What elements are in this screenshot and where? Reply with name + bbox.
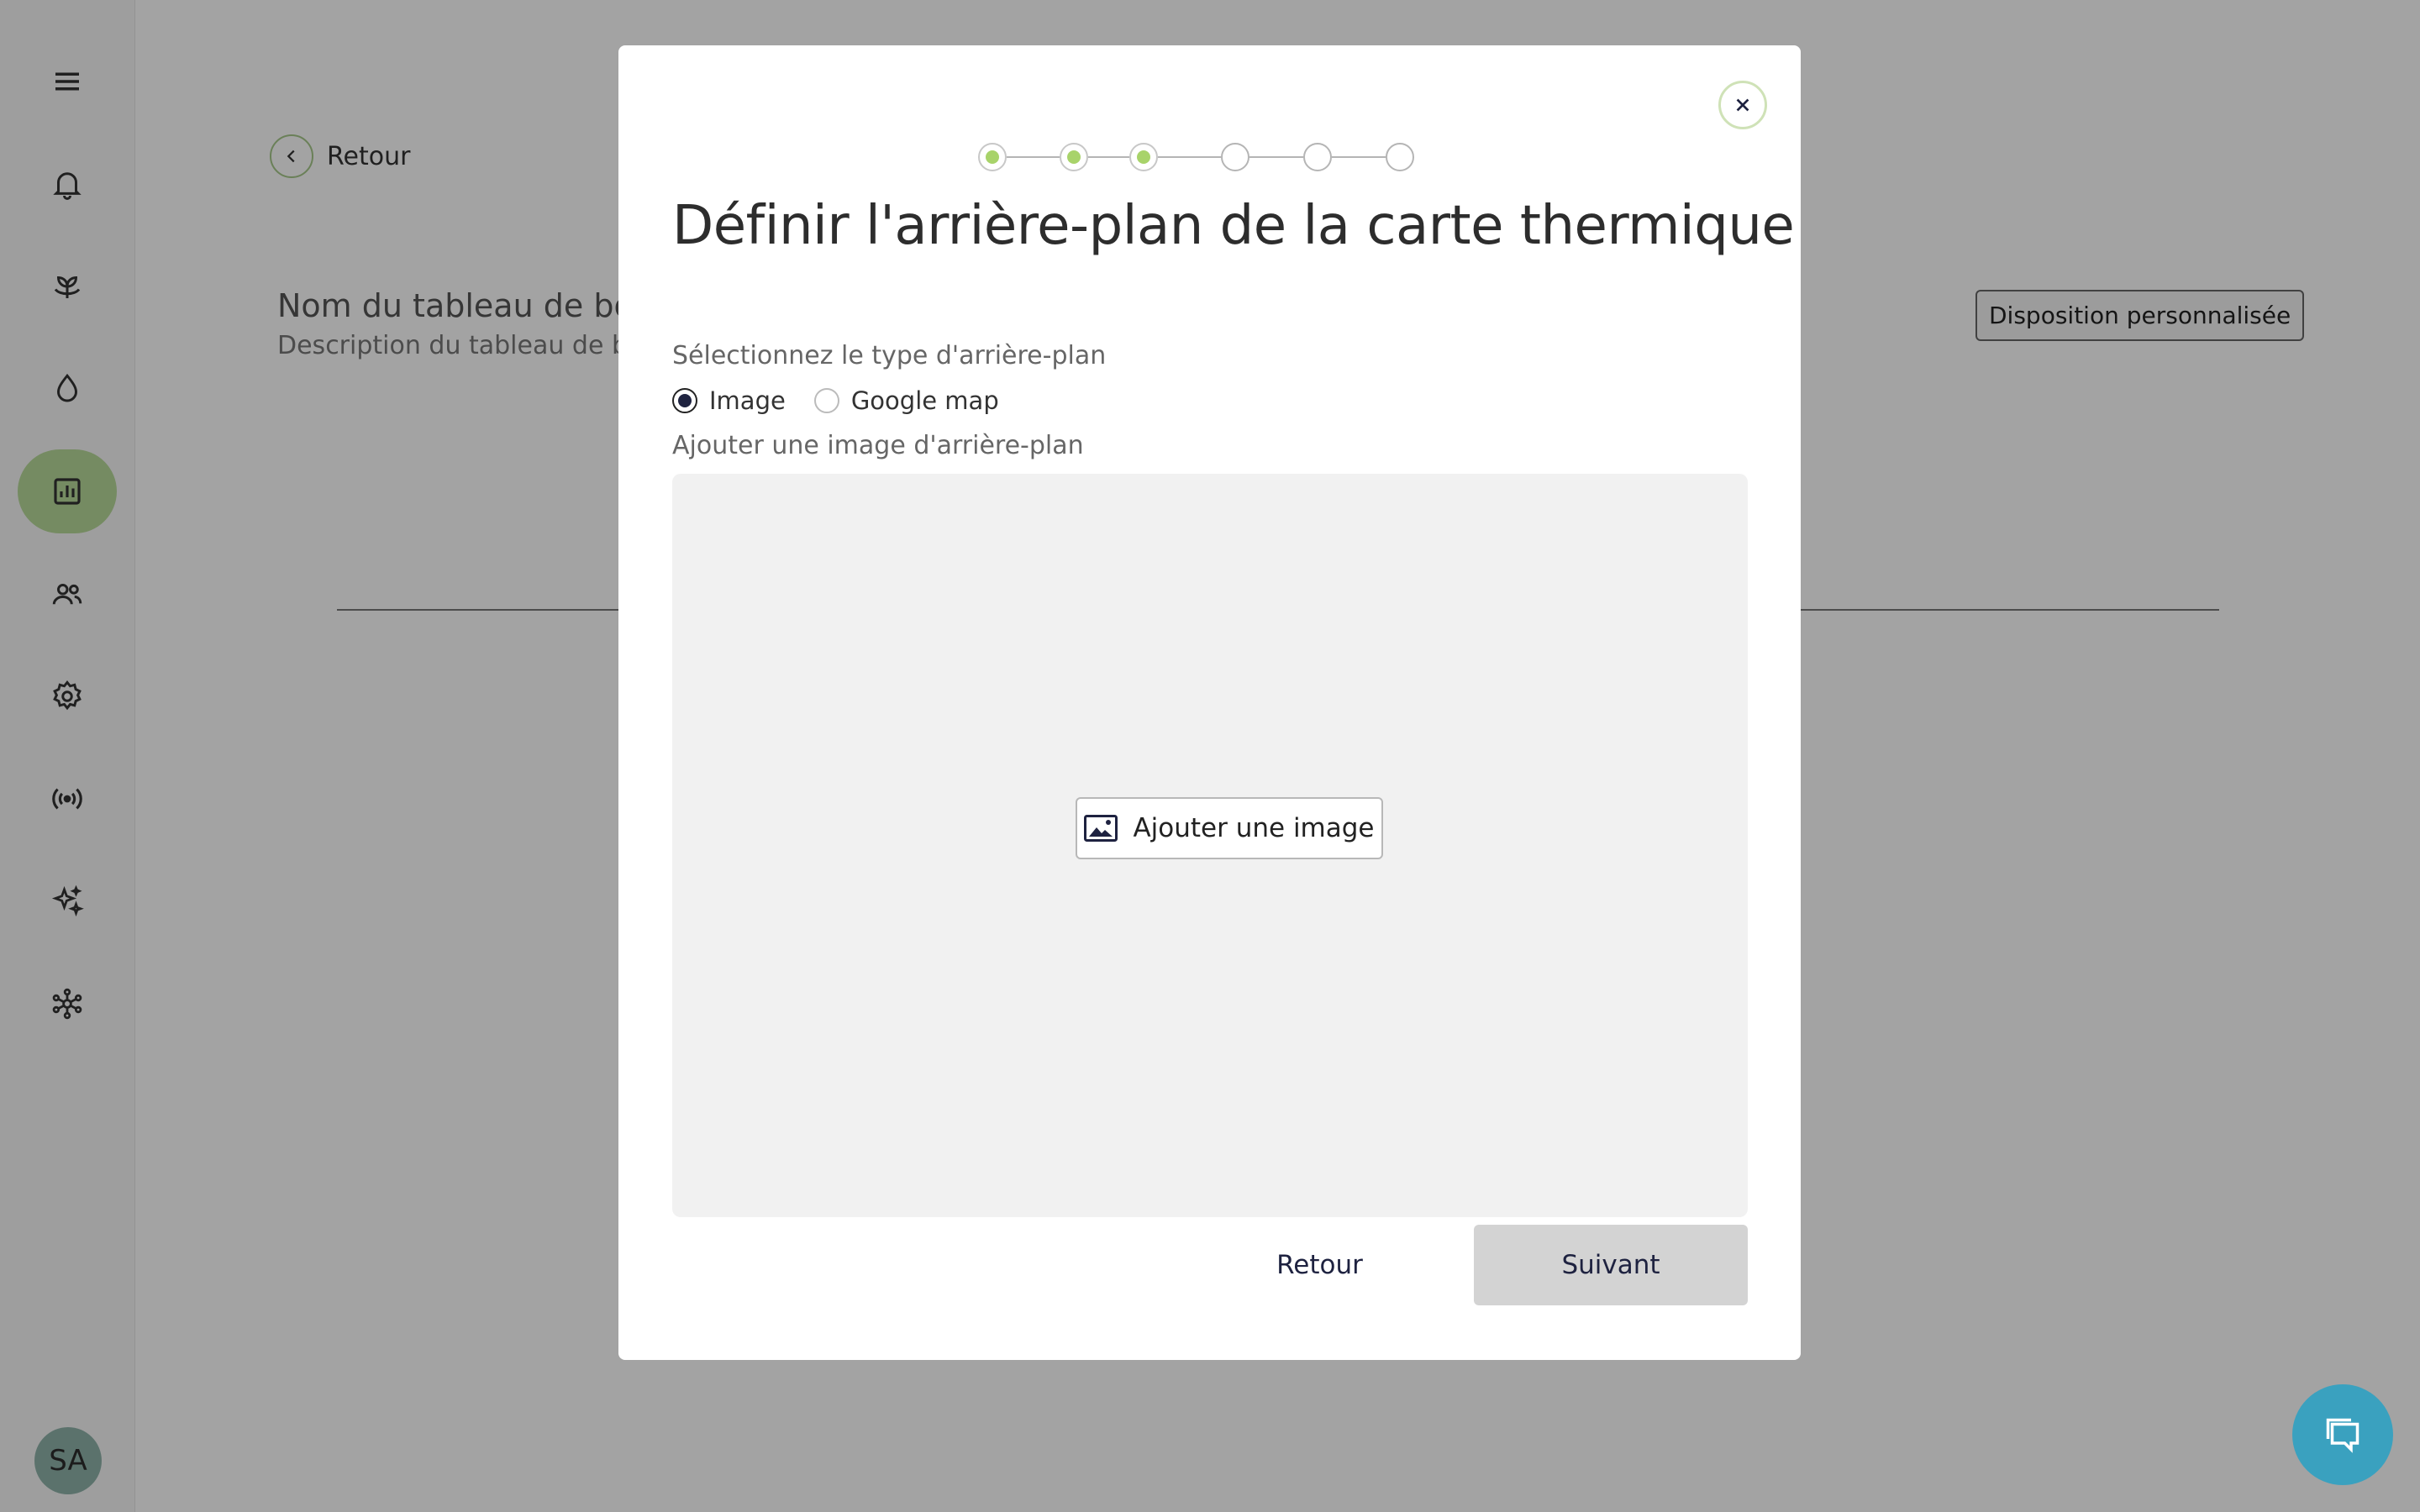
- radio-image-label[interactable]: Image: [709, 386, 786, 415]
- step-5: [1303, 143, 1332, 171]
- close-icon: [1736, 98, 1749, 112]
- add-background-label: Ajouter une image d'arrière-plan: [672, 431, 1084, 460]
- step-4: [1221, 143, 1249, 171]
- radio-option-image[interactable]: Image: [672, 386, 786, 415]
- radio-google-map-label[interactable]: Google map: [851, 386, 999, 415]
- radio-google-map[interactable]: [813, 388, 839, 413]
- step-6: [1386, 143, 1414, 171]
- step-3: [1129, 143, 1158, 171]
- step-1: [978, 143, 1007, 171]
- step-2: [1060, 143, 1088, 171]
- next-button[interactable]: Suivant: [1474, 1225, 1748, 1305]
- background-type-label: Sélectionnez le type d'arrière-plan: [672, 341, 1107, 370]
- back-button[interactable]: Retour: [1246, 1225, 1393, 1305]
- add-image-button[interactable]: Ajouter une image: [1076, 797, 1383, 859]
- modal-title: Définir l'arrière-plan de la carte therm…: [672, 195, 1795, 257]
- radio-option-google-map[interactable]: Google map: [813, 386, 999, 415]
- stepper: [978, 143, 1414, 171]
- heatmap-background-modal: Définir l'arrière-plan de la carte therm…: [618, 45, 1801, 1360]
- chat-icon: [2326, 1418, 2360, 1453]
- close-button[interactable]: [1718, 81, 1767, 129]
- image-icon: [1084, 815, 1118, 842]
- background-type-radio-group: Image Google map: [672, 386, 1018, 415]
- add-image-label: Ajouter une image: [1133, 813, 1375, 843]
- image-drop-zone[interactable]: Ajouter une image: [672, 474, 1748, 1217]
- chat-button[interactable]: [2292, 1384, 2393, 1485]
- radio-image[interactable]: [672, 388, 697, 413]
